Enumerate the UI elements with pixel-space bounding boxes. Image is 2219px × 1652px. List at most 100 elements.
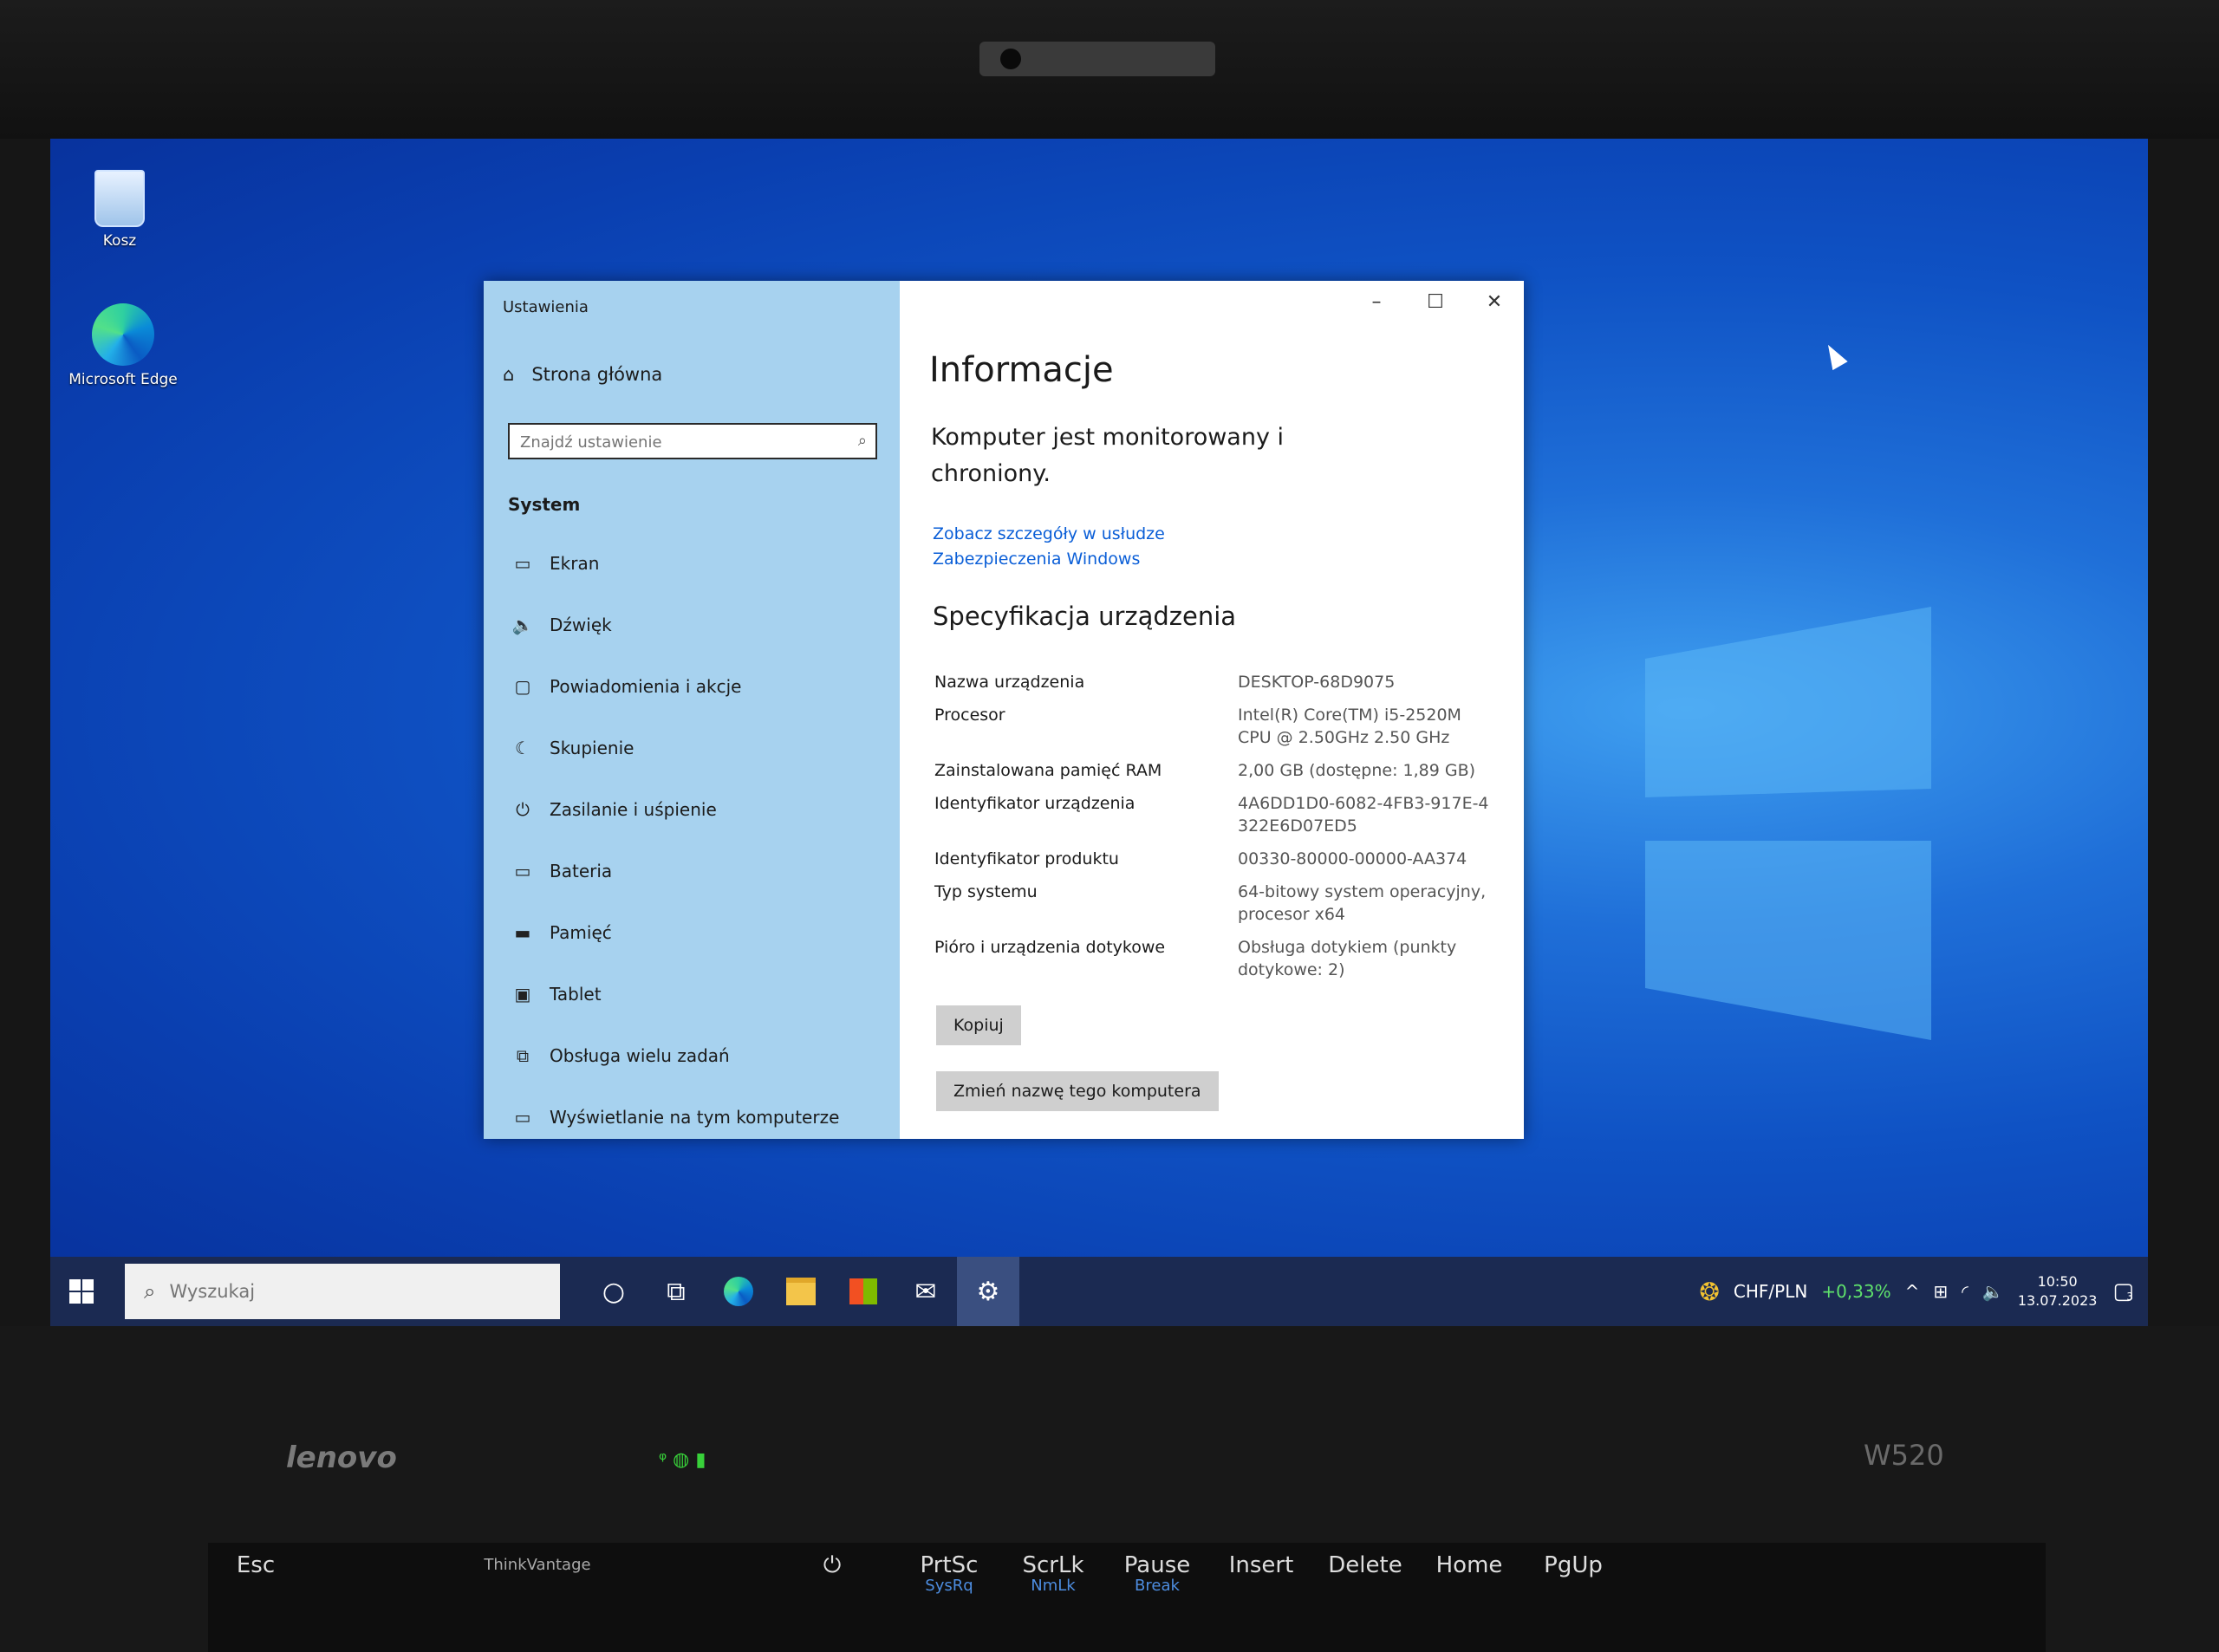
copy-button[interactable]: Kopiuj	[936, 1005, 1021, 1045]
spec-key: Identyfikator produktu	[934, 849, 1119, 868]
system-tray: ❂ CHF/PLN +0,33% ^ ⊞ ◜ 🔈 10:50 13.07.202…	[1699, 1257, 2148, 1326]
power-button-icon[interactable]: ⏻	[771, 1554, 893, 1577]
spec-value: DESKTOP-68D9075	[1238, 673, 1396, 692]
action-center-button[interactable]: ▢ 3	[2112, 1278, 2134, 1304]
ticker-change: +0,33%	[1821, 1281, 1891, 1302]
desktop-icon-edge[interactable]: Microsoft Edge	[62, 303, 184, 388]
spec-key: Identyfikator urządzenia	[934, 794, 1136, 813]
volume-icon[interactable]: 🔈	[1982, 1281, 2004, 1302]
key-insert[interactable]: Insert	[1214, 1554, 1309, 1577]
desktop: Kosz Microsoft Edge Ustawienia ⌂ Strona …	[50, 139, 2148, 1326]
status-leds-icon: ᵠ ◍ ▮	[659, 1449, 706, 1471]
clock-time: 10:50	[2037, 1273, 2078, 1290]
key-scrlk[interactable]: ScrLk NmLk	[1005, 1554, 1101, 1597]
nav-item-storage[interactable]: ▬ Pamięć	[508, 901, 889, 963]
key-pgup[interactable]: PgUp	[1526, 1554, 1621, 1577]
laptop-brand-logo: lenovo	[286, 1441, 397, 1475]
edge-taskbar-icon[interactable]	[707, 1257, 770, 1326]
window-title: Ustawienia	[503, 298, 589, 316]
windows-start-icon	[69, 1279, 94, 1304]
spec-key: Pióro i urządzenia dotykowe	[934, 938, 1166, 957]
nav-item-label: Dźwięk	[550, 614, 612, 635]
security-details-link[interactable]: Zobacz szczegóły w usłudze Zabezpieczeni…	[933, 522, 1297, 572]
nav-item-multitasking[interactable]: ⧉ Obsługa wielu zadań	[508, 1024, 889, 1086]
recycle-bin-icon	[94, 170, 145, 227]
taskbar-apps: ○ ⧉ ✉ ⚙	[582, 1257, 1019, 1326]
nav-item-sound[interactable]: 🔈 Dźwięk	[508, 594, 889, 655]
settings-search-input[interactable]	[510, 425, 843, 459]
nav-item-label: Powiadomienia i akcje	[550, 675, 742, 697]
nav-item-focus[interactable]: ☾ Skupienie	[508, 717, 889, 778]
cortana-icon[interactable]: ○	[582, 1257, 645, 1326]
laptop-top-bezel	[0, 0, 2219, 139]
spec-value: 2,00 GB (dostępne: 1,89 GB)	[1238, 761, 1476, 780]
settings-sidebar: Ustawienia ⌂ Strona główna ⌕ System ▭ Ekr…	[484, 281, 900, 1139]
spec-value: 64-bitowy system operacyjny, procesor x6…	[1238, 882, 1487, 924]
settings-content: – ☐ ✕ Informacje Komputer jest monitorow…	[900, 281, 1524, 1139]
clock[interactable]: 10:50 13.07.2023	[2018, 1272, 2098, 1311]
mail-icon[interactable]: ✉	[895, 1257, 957, 1326]
minimize-button[interactable]: –	[1347, 281, 1406, 322]
power-icon: ⏻	[516, 798, 530, 820]
ticker-label[interactable]: CHF/PLN	[1734, 1281, 1807, 1302]
rename-pc-button[interactable]: Zmień nazwę tego komputera	[936, 1071, 1219, 1111]
spec-key: Typ systemu	[934, 882, 1038, 901]
task-view-icon[interactable]: ⧉	[645, 1257, 707, 1326]
key-delete[interactable]: Delete	[1318, 1554, 1413, 1577]
weather-ticker-icon: ❂	[1699, 1277, 1720, 1306]
clock-date: 13.07.2023	[2017, 1292, 2098, 1309]
nav-item-notifications[interactable]: ▢ Powiadomienia i akcje	[508, 655, 889, 717]
close-button[interactable]: ✕	[1465, 281, 1524, 322]
projecting-icon: ▭	[514, 1106, 531, 1128]
nav-home[interactable]: ⌂ Strona główna	[503, 364, 662, 385]
spec-key: Procesor	[934, 706, 1005, 725]
spec-value: Obsługa dotykiem (punkty dotykowe: 2)	[1238, 938, 1457, 979]
nav-item-tablet[interactable]: ▣ Tablet	[508, 963, 889, 1024]
maximize-button[interactable]: ☐	[1406, 281, 1465, 322]
search-icon: ⌕	[144, 1279, 156, 1304]
nav-item-battery[interactable]: ▭ Bateria	[508, 840, 889, 901]
desktop-icon-recycle-bin[interactable]: Kosz	[59, 170, 180, 250]
section-heading: System	[508, 494, 581, 515]
nav-item-power[interactable]: ⏻ Zasilanie i uśpienie	[508, 778, 889, 840]
spec-row: Procesor Intel(R) Core(TM) i5-2520M CPU @…	[934, 704, 1506, 749]
home-icon: ⌂	[503, 364, 515, 385]
specs-heading: Specyfikacja urządzenia	[933, 602, 1237, 631]
nav-home-label: Strona główna	[531, 364, 663, 385]
spec-row: Identyfikator urządzenia 4A6DD1D0-6082-4F…	[934, 792, 1506, 837]
notification-icon: ▢	[514, 675, 531, 697]
network-icon[interactable]: ⊞	[1933, 1281, 1948, 1302]
start-button[interactable]	[50, 1257, 113, 1326]
thinkvantage-button[interactable]: ThinkVantage	[312, 1555, 763, 1576]
spec-key: Nazwa urządzenia	[934, 673, 1085, 692]
key-prtsc[interactable]: PrtSc SysRq	[901, 1554, 997, 1597]
key-home[interactable]: Home	[1422, 1554, 1517, 1577]
battery-icon: ▭	[514, 860, 531, 881]
file-explorer-icon[interactable]	[770, 1257, 832, 1326]
settings-window: Ustawienia ⌂ Strona główna ⌕ System ▭ Ekr…	[484, 281, 1524, 1139]
store-icon[interactable]	[832, 1257, 895, 1326]
key-esc[interactable]: Esc	[208, 1554, 303, 1577]
chevron-up-icon[interactable]: ^	[1905, 1281, 1920, 1302]
window-controls: – ☐ ✕	[1347, 281, 1524, 322]
desktop-icon-label: Kosz	[102, 232, 137, 250]
nav-item-label: Skupienie	[550, 737, 634, 758]
settings-search[interactable]: ⌕	[508, 423, 877, 459]
spec-row: Identyfikator produktu 00330-80000-00000-…	[934, 848, 1506, 870]
monitor-icon: ▭	[514, 552, 531, 574]
taskbar-search[interactable]: ⌕	[125, 1264, 560, 1319]
nav-item-label: Pamięć	[550, 921, 612, 943]
nav-item-label: Tablet	[550, 983, 602, 1005]
wifi-icon[interactable]: ◜	[1962, 1281, 1968, 1302]
taskbar: ⌕ ○ ⧉ ✉ ⚙ ❂ CHF/PLN +0,33% ^ ⊞ ◜ 🔈 10:50…	[50, 1257, 2148, 1326]
moon-icon: ☾	[515, 737, 530, 758]
nav-item-label: Obsługa wielu zadań	[550, 1044, 730, 1066]
spec-value: Intel(R) Core(TM) i5-2520M CPU @ 2.50GHz…	[1238, 706, 1461, 747]
key-pause[interactable]: Pause Break	[1110, 1554, 1205, 1597]
nav-item-projecting[interactable]: ▭ Wyświetlanie na tym komputerze	[508, 1086, 889, 1139]
nav-item-display[interactable]: ▭ Ekran	[508, 532, 889, 594]
settings-nav-list: ▭ Ekran 🔈 Dźwięk ▢ Powiadomienia i akcje ☾ S…	[508, 532, 889, 1139]
settings-taskbar-icon[interactable]: ⚙	[957, 1257, 1019, 1326]
tablet-icon: ▣	[514, 983, 531, 1005]
taskbar-search-input[interactable]	[167, 1280, 518, 1303]
